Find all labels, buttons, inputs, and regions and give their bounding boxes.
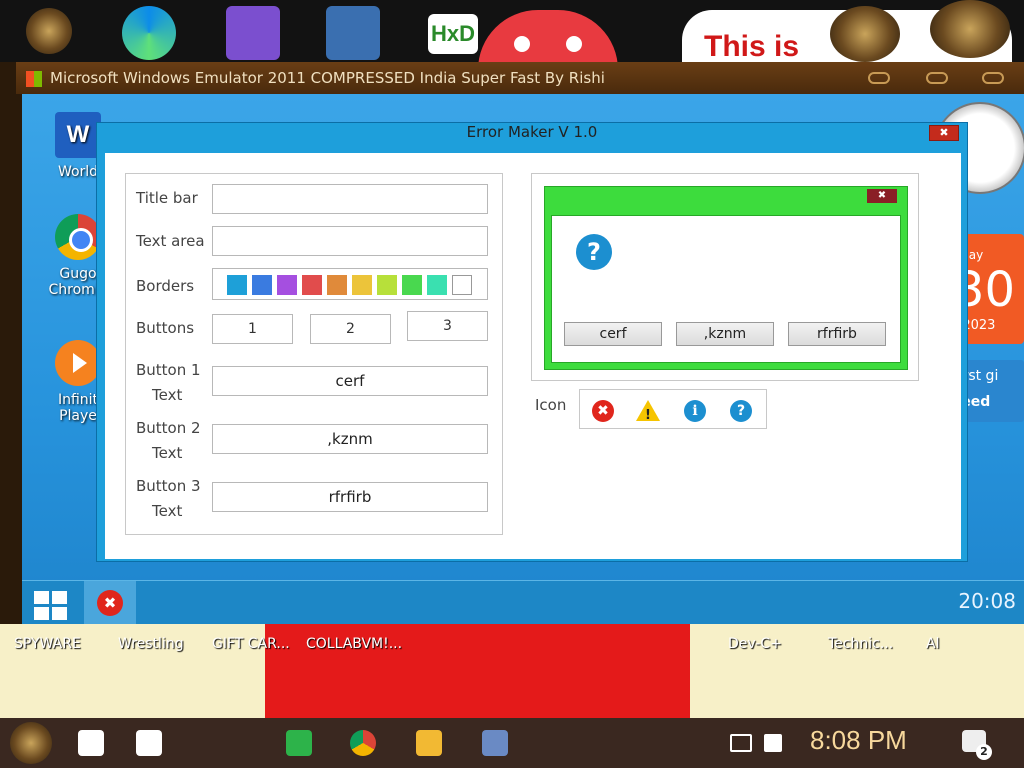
border-color-swatch[interactable] <box>252 275 272 295</box>
border-color-swatch[interactable] <box>277 275 297 295</box>
desktop-shortcut-label[interactable]: GIFT CAR... <box>212 636 290 652</box>
info-icon[interactable]: i <box>684 400 706 422</box>
button-count-1[interactable]: 1 <box>212 314 293 344</box>
button1-text-input[interactable] <box>212 366 488 396</box>
volume-muted-icon[interactable] <box>764 734 782 752</box>
notification-count-badge: 2 <box>976 744 992 760</box>
emulator-titlebar[interactable]: Microsoft Windows Emulator 2011 COMPRESS… <box>16 62 1024 94</box>
button-count-2[interactable]: 2 <box>310 314 391 344</box>
taskbar-item-error-maker[interactable]: ✖ <box>84 581 136 624</box>
chromium-icon <box>55 214 101 260</box>
icon-label: Icon <box>535 396 567 414</box>
word-icon: W <box>55 112 101 158</box>
host-clock[interactable]: 8:08 PM <box>810 725 907 756</box>
title-bar-input[interactable] <box>212 184 488 214</box>
network-icon[interactable] <box>730 734 752 752</box>
question-icon[interactable]: ? <box>730 400 752 422</box>
host-desktop-top: HxD This is <box>0 0 1024 70</box>
virtualbox-icon[interactable] <box>482 730 508 756</box>
preview-button-3: rfrfirb <box>788 322 886 346</box>
close-button[interactable]: ✖ <box>929 125 959 141</box>
title-bar-label: Title bar <box>136 189 198 207</box>
question-icon: ? <box>576 234 612 270</box>
button2-text-label-line1: Button 2 <box>136 419 201 437</box>
border-color-swatch[interactable] <box>302 275 322 295</box>
guest-taskbar: ✖ 20:08 <box>22 580 1024 624</box>
host-taskbar: 8:08 PM 2 <box>0 718 1024 768</box>
preview-client: ? cerf ,kznm rfrfirb <box>551 215 901 363</box>
notepad-icon[interactable] <box>78 730 104 756</box>
hxd-icon[interactable]: HxD <box>428 14 478 54</box>
button3-text-label-line1: Button 3 <box>136 477 201 495</box>
warning-icon[interactable]: ! <box>636 400 660 423</box>
edge-icon[interactable] <box>122 6 176 60</box>
border-color-swatch[interactable] <box>227 275 247 295</box>
desktop-icon-label: Infinit Playe <box>57 392 99 424</box>
notepad-icon[interactable] <box>136 730 162 756</box>
guest-clock: 20:08 <box>958 589 1016 613</box>
button3-text-label-line2: Text <box>152 502 183 520</box>
settings-group: Title bar Text area Borders Buttons 1 2 … <box>125 173 503 535</box>
emulator-title: Microsoft Windows Emulator 2011 COMPRESS… <box>50 69 605 87</box>
error-icon[interactable]: ✖ <box>592 400 614 422</box>
border-color-swatch[interactable] <box>377 275 397 295</box>
window-client-area: Title bar Text area Borders Buttons 1 2 … <box>105 153 961 559</box>
error-preview-window: ✖ ? cerf ,kznm rfrfirb <box>544 186 908 370</box>
button3-text-input[interactable] <box>212 482 488 512</box>
icon-selector: ✖ ! i ? <box>579 389 767 429</box>
close-icon[interactable] <box>982 72 1004 84</box>
desktop-shortcut-label[interactable]: COLLABVM!... <box>306 636 402 652</box>
border-color-picker <box>212 268 488 300</box>
borders-label: Borders <box>136 277 195 295</box>
steampunk-gear-icon <box>26 8 72 54</box>
desktop-icon-label: World <box>57 164 99 180</box>
warning-icon-glyph: ! <box>645 408 651 423</box>
text-area-input[interactable] <box>212 226 488 256</box>
windows-logo-icon <box>26 71 42 87</box>
border-color-swatch[interactable] <box>427 275 447 295</box>
preview-close-button: ✖ <box>867 189 897 203</box>
desktop-shortcut-label[interactable]: Technic... <box>828 636 893 652</box>
button2-text-input[interactable] <box>212 424 488 454</box>
error-maker-window: Error Maker V 1.0 ✖ Title bar Text area … <box>96 122 968 562</box>
button1-text-label-line2: Text <box>152 386 183 404</box>
virtualbox-icon[interactable] <box>326 6 380 60</box>
steampunk-gear-icon <box>930 0 1010 58</box>
desktop-shortcut-label[interactable]: Dev-C+ <box>728 636 782 652</box>
window-title: Error Maker V 1.0 <box>466 123 598 141</box>
guest-desktop: W World Gugo Chromiu Infinit Playe rsday… <box>22 94 1024 624</box>
preview-button-2: ,kznm <box>676 322 774 346</box>
border-color-swatch[interactable] <box>327 275 347 295</box>
visual-studio-icon[interactable] <box>226 6 280 60</box>
border-color-swatch[interactable] <box>402 275 422 295</box>
maximize-icon[interactable] <box>926 72 948 84</box>
border-color-swatch[interactable] <box>352 275 372 295</box>
text-area-label: Text area <box>136 232 205 250</box>
buttons-label: Buttons <box>136 319 195 337</box>
steampunk-clock-icon <box>830 6 900 62</box>
chrome-icon[interactable] <box>350 730 376 756</box>
desktop-shortcut-label[interactable]: SPYWARE <box>14 636 81 652</box>
sheets-icon[interactable] <box>286 730 312 756</box>
button-count-3[interactable]: 3 <box>407 311 488 341</box>
button2-text-label-line2: Text <box>152 444 183 462</box>
start-button[interactable] <box>34 591 68 621</box>
emulator-side-border <box>0 62 22 624</box>
desktop-shortcut-label[interactable]: Wrestling <box>118 636 184 652</box>
file-explorer-icon[interactable] <box>416 730 442 756</box>
desktop-shortcut-label[interactable]: Al <box>926 636 939 652</box>
preview-button-1: cerf <box>564 322 662 346</box>
start-button[interactable] <box>10 722 52 764</box>
play-icon <box>55 340 101 386</box>
minimize-icon[interactable] <box>868 72 890 84</box>
preview-group: ✖ ? cerf ,kznm rfrfirb <box>531 173 919 381</box>
red-mascot-art <box>478 10 618 70</box>
button1-text-label-line1: Button 1 <box>136 361 201 379</box>
border-color-swatch[interactable] <box>452 275 472 295</box>
error-icon: ✖ <box>97 590 123 616</box>
